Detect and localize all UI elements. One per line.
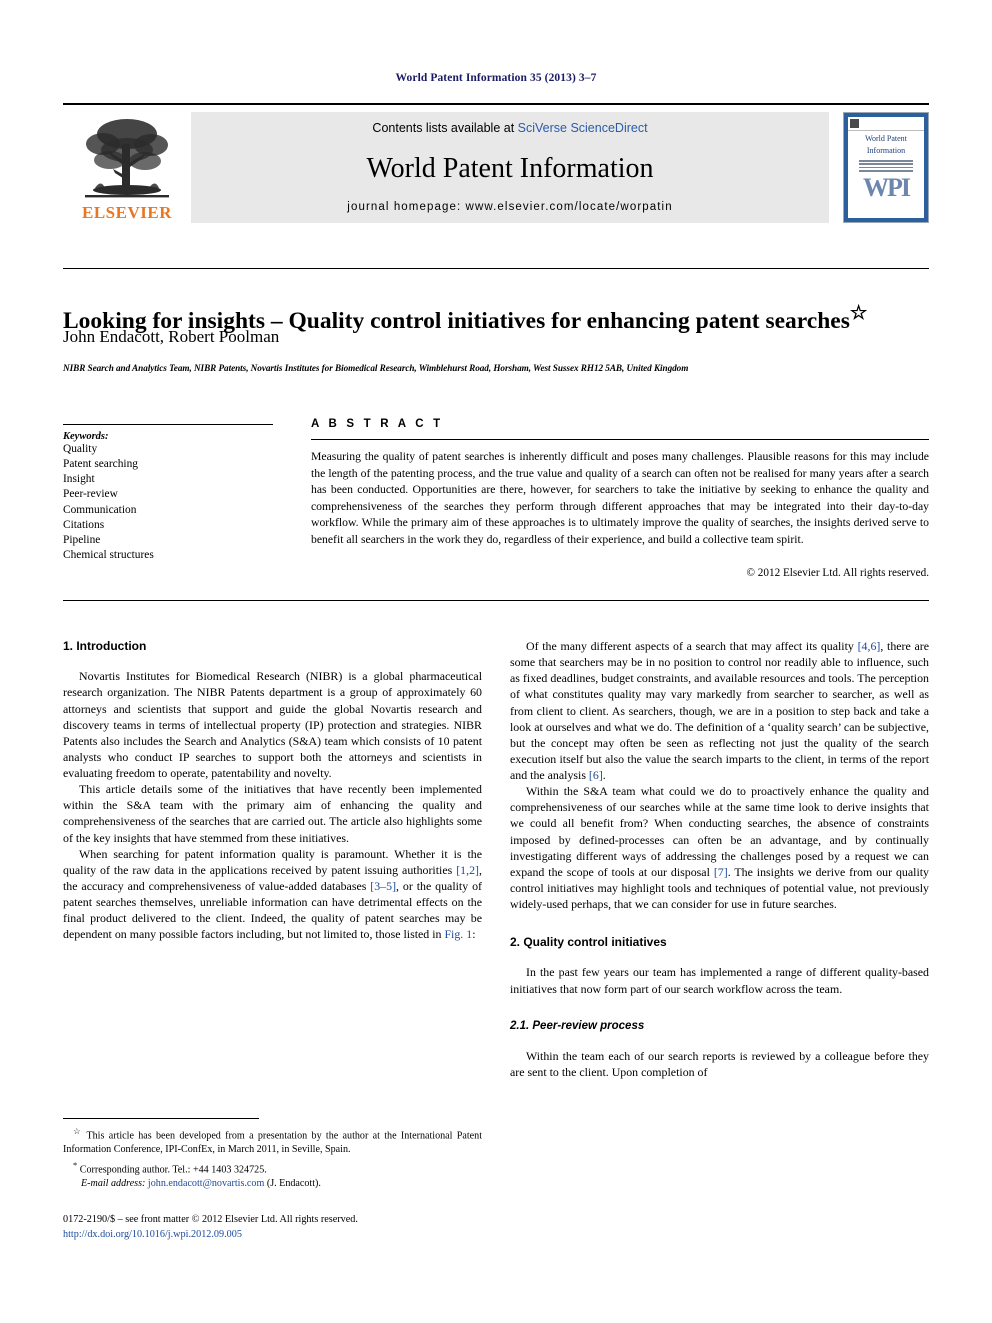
- journal-cover-thumbnail[interactable]: World Patent Information WPI: [843, 112, 929, 223]
- keyword-item: Insight: [63, 473, 95, 486]
- paragraph: When searching for patent information qu…: [63, 846, 482, 943]
- email-label: E-mail address:: [81, 1177, 146, 1189]
- journal-band: Contents lists available at SciVerse Sci…: [191, 112, 829, 223]
- email-link[interactable]: john.endacott@novartis.com: [148, 1178, 264, 1189]
- paragraph: This article details some of the initiat…: [63, 782, 482, 845]
- elsevier-wordmark: ELSEVIER: [82, 203, 172, 222]
- doi-link[interactable]: http://dx.doi.org/10.1016/j.wpi.2012.09.…: [63, 1228, 493, 1243]
- paragraph-text: Of the many different aspects of a searc…: [526, 639, 858, 653]
- paragraph-text: , there are some that searchers may be i…: [510, 639, 930, 782]
- keywords-divider: [63, 424, 273, 425]
- running-head: World Patent Information 35 (2013) 3–7: [395, 72, 597, 84]
- title-footnote-marker[interactable]: ☆: [850, 303, 868, 324]
- cover-square-icon: [850, 119, 859, 128]
- paragraph: In the past few years our team has imple…: [510, 965, 929, 996]
- paragraph-text: When searching for patent information qu…: [63, 846, 482, 877]
- figure-ref[interactable]: Fig. 1: [444, 927, 472, 941]
- issn-copyright-line: 0172-2190/$ – see front matter © 2012 El…: [63, 1214, 358, 1225]
- abstract-divider: [311, 439, 929, 440]
- keywords-block: Keywords: Quality Patent searching Insig…: [63, 424, 273, 563]
- email-suffix: (J. Endacott).: [266, 1177, 321, 1189]
- author-affiliation: NIBR Search and Analytics Team, NIBR Pat…: [63, 363, 689, 373]
- journal-title: World Patent Information: [366, 153, 654, 184]
- footnote-corresponding-author: * Corresponding author. Tel.: +44 1403 3…: [63, 1160, 482, 1177]
- abstract-body: Measuring the quality of patent searches…: [311, 450, 929, 547]
- footnote-star-marker: ☆: [73, 1127, 83, 1136]
- elsevier-logo: ELSEVIER: [63, 112, 191, 223]
- footnote-asterisk-marker: *: [73, 1160, 78, 1170]
- title-divider: [63, 268, 929, 269]
- footnote-corresponding-text: Corresponding author. Tel.: +44 1403 324…: [79, 1163, 267, 1175]
- citation-ref[interactable]: [3–5]: [370, 879, 396, 893]
- author-names: John Endacott, Robert Poolman: [63, 327, 280, 346]
- keyword-item: Patent searching: [63, 458, 138, 471]
- paragraph: Novartis Institutes for Biomedical Resea…: [63, 669, 482, 780]
- keyword-item: Peer-review: [63, 488, 118, 501]
- body-column-right: Of the many different aspects of a searc…: [510, 638, 929, 1080]
- footnote-divider: [63, 1118, 259, 1119]
- footnote-email-line: E-mail address: john.endacott@novartis.c…: [63, 1177, 482, 1191]
- imprint-block: 0172-2190/$ – see front matter © 2012 El…: [63, 1213, 493, 1243]
- paragraph: Of the many different aspects of a searc…: [510, 638, 929, 783]
- body-column-left: 1. Introduction Novartis Institutes for …: [63, 638, 482, 942]
- footnote-article-note: ☆ This article has been developed from a…: [63, 1126, 482, 1157]
- abstract-block: A B S T R A C T Measuring the quality of…: [311, 418, 929, 579]
- footnote-article-note-text: This article has been developed from a p…: [63, 1130, 482, 1155]
- cover-subtitle-lines: [859, 158, 913, 173]
- footnote-block: ☆ This article has been developed from a…: [63, 1126, 482, 1190]
- section-heading-introduction: 1. Introduction: [63, 639, 147, 653]
- paragraph: Within the S&A team what could we do to …: [510, 783, 929, 912]
- journal-masthead: ELSEVIER Contents lists available at Sci…: [63, 103, 929, 223]
- subsection-heading-peer-review-process: 2.1. Peer-review process: [510, 1019, 645, 1032]
- abstract-bottom-divider: [63, 600, 929, 601]
- abstract-copyright: © 2012 Elsevier Ltd. All rights reserved…: [746, 566, 930, 579]
- paragraph-text: :: [472, 927, 476, 942]
- article-page: World Patent Information 35 (2013) 3–7 E…: [0, 0, 992, 1323]
- journal-cover-inner: World Patent Information WPI: [848, 117, 924, 218]
- keywords-heading: Keywords:: [63, 431, 109, 442]
- keyword-item: Quality: [63, 443, 98, 455]
- paragraph-text: .: [602, 768, 606, 782]
- sciencedirect-link[interactable]: SciVerse ScienceDirect: [518, 121, 648, 135]
- citation-ref[interactable]: [4,6]: [858, 639, 881, 653]
- cover-title-line2: Information: [866, 146, 906, 156]
- keyword-item: Pipeline: [63, 533, 101, 546]
- contents-lists-line: Contents lists available at SciVerse Sci…: [197, 121, 823, 135]
- abstract-label: A B S T R A C T: [311, 418, 444, 430]
- keyword-item: Communication: [63, 503, 137, 516]
- citation-ref[interactable]: [1,2]: [456, 863, 479, 877]
- cover-topbar: [848, 117, 924, 131]
- section-heading-quality-control-initiatives: 2. Quality control initiatives: [510, 935, 667, 950]
- paragraph: Within the team each of our search repor…: [510, 1049, 929, 1080]
- author-list: John Endacott, Robert Poolman: [63, 327, 929, 347]
- citation-ref[interactable]: [7]: [714, 865, 728, 879]
- cover-title-line1: World Patent: [865, 134, 907, 143]
- citation-ref[interactable]: [6]: [589, 768, 603, 782]
- journal-homepage-link[interactable]: journal homepage: www.elsevier.com/locat…: [197, 201, 823, 213]
- keyword-item: Citations: [63, 518, 105, 531]
- keyword-item: Chemical structures: [63, 549, 154, 562]
- contents-prefix: Contents lists available at: [372, 121, 518, 135]
- cover-monogram: WPI: [863, 173, 911, 203]
- elsevier-tree-icon: [85, 119, 169, 198]
